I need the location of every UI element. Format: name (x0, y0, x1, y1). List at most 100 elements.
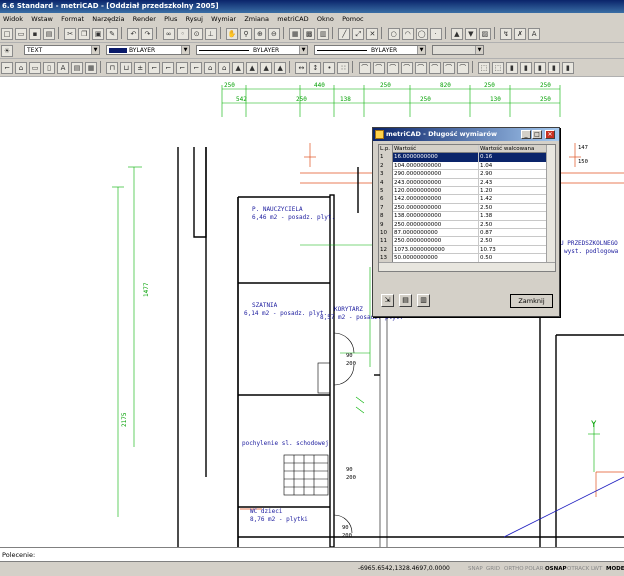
close-button[interactable]: Zamknij (510, 294, 553, 308)
save-icon[interactable]: ▪ (29, 28, 41, 40)
lwt-toggle[interactable]: LWT (591, 564, 602, 574)
tracking-icon[interactable]: ◦ (176, 28, 189, 40)
match-properties-icon[interactable]: ✎ (106, 28, 119, 40)
tool-24-icon[interactable]: ∷ (337, 62, 350, 74)
arc-icon[interactable]: ◠ (401, 28, 414, 40)
table-row[interactable]: 2 104.0000000000 1.04 (379, 161, 547, 171)
grid-toggle[interactable]: GRID (486, 564, 500, 574)
tool-17-icon[interactable]: ▲ (232, 62, 245, 74)
metricad-icon[interactable]: ✗ (514, 28, 527, 40)
line-icon[interactable]: ╱ (338, 28, 351, 40)
table-row[interactable]: 10 87.0000000000 0.87 (379, 229, 547, 238)
column-header[interactable]: Wartość (393, 145, 479, 154)
tool-12-icon[interactable]: ⌐ (162, 62, 175, 74)
tool-5-icon[interactable]: A (57, 62, 69, 74)
tool-14-icon[interactable]: ⌐ (190, 62, 203, 74)
insert-table-button[interactable]: ⇲ (381, 294, 394, 307)
model-toggle[interactable]: MODEL (606, 564, 624, 574)
table-row[interactable]: 7 250.0000000000 2.50 (379, 203, 547, 213)
dimensions-table[interactable]: L.p. Wartość Wartość walcowana 1 16.00000… (378, 144, 556, 272)
insert-icon[interactable]: ▼ (464, 28, 477, 40)
tool-27-icon[interactable]: ⌒ (386, 62, 399, 74)
tool-20-icon[interactable]: ▲ (274, 62, 287, 74)
tool-15-icon[interactable]: ⌂ (204, 62, 217, 74)
menu-render[interactable]: Render (130, 13, 159, 25)
table-row[interactable]: 9 250.0000000000 2.50 (379, 220, 547, 229)
tool-36-icon[interactable]: ▮ (519, 62, 532, 74)
copy-icon[interactable]: ❐ (78, 28, 91, 40)
linetype-select[interactable]: BYLAYER ▼ (196, 45, 308, 55)
undo-icon[interactable]: ↶ (127, 28, 140, 40)
tool-35-icon[interactable]: ▮ (505, 62, 518, 74)
tool-1-icon[interactable]: ⌐ (1, 62, 13, 74)
tool-32-icon[interactable]: ⌒ (456, 62, 469, 74)
tool-37-icon[interactable]: ▮ (533, 62, 546, 74)
menu-widok[interactable]: Widok (0, 13, 26, 25)
polar-toggle[interactable]: POLAR (525, 564, 543, 574)
ellipse-icon[interactable]: ◯ (415, 28, 428, 40)
tool-16-icon[interactable]: ⌂ (218, 62, 231, 74)
zoom-window-icon[interactable]: ⊕ (253, 28, 266, 40)
menu-okno[interactable]: Okno (314, 13, 337, 25)
paste-icon[interactable]: ▣ (92, 28, 105, 40)
table-row[interactable]: 1 16.0000000000 0.16 (379, 153, 547, 162)
hatch-icon[interactable]: ▨ (478, 28, 491, 40)
circle-icon[interactable]: ○ (387, 28, 400, 40)
table-row[interactable]: 11 250.0000000000 2.50 (379, 237, 547, 246)
table-row[interactable]: 8 138.0000000000 1.38 (379, 212, 547, 221)
tool-22-icon[interactable]: ↕ (309, 62, 322, 74)
tool-23-icon[interactable]: • (323, 62, 336, 74)
redo-icon[interactable]: ↷ (141, 28, 154, 40)
color-select[interactable]: BYLAYER ▼ (106, 45, 190, 55)
table-row[interactable]: 12 1073.0000000000 10.73 (379, 245, 547, 255)
osnap-toggle[interactable]: OSNAP (545, 564, 567, 574)
zoom-realtime-icon[interactable]: ⚲ (239, 28, 252, 40)
design-center-icon[interactable]: ▩ (303, 28, 316, 40)
tool-13-icon[interactable]: ⌐ (176, 62, 189, 74)
menu-rysuj[interactable]: Rysuj (183, 13, 206, 25)
tool-2-icon[interactable]: ⌂ (15, 62, 27, 74)
otrack-toggle[interactable]: OTRACK (567, 564, 589, 574)
text-icon[interactable]: A (528, 28, 541, 40)
hyperlink-icon[interactable]: ∞ (162, 28, 175, 40)
ucs-icon[interactable]: ⊥ (204, 28, 217, 40)
table-row[interactable]: 5 120.0000000000 1.20 (379, 187, 547, 196)
tool-38-icon[interactable]: ▮ (547, 62, 560, 74)
tool-30-icon[interactable]: ⌒ (428, 62, 441, 74)
vertical-scrollbar[interactable] (546, 145, 555, 263)
menu-wstaw[interactable]: Wstaw (28, 13, 56, 25)
tool-29-icon[interactable]: ⌒ (414, 62, 427, 74)
tool-palette-icon[interactable]: ▥ (317, 28, 330, 40)
tool-31-icon[interactable]: ⌒ (442, 62, 455, 74)
tool-6-icon[interactable]: ▤ (71, 62, 83, 74)
pan-icon[interactable]: ✋ (225, 28, 238, 40)
tool-7-icon[interactable]: ▦ (85, 62, 97, 74)
new-icon[interactable]: □ (1, 28, 13, 40)
tool-4-icon[interactable]: ▯ (43, 62, 55, 74)
tool-11-icon[interactable]: ⌐ (148, 62, 161, 74)
horizontal-scrollbar[interactable] (379, 262, 555, 271)
tool-33-icon[interactable]: ⬚ (477, 62, 490, 74)
lineweight-select[interactable]: BYLAYER ▼ (314, 45, 426, 55)
tool-19-icon[interactable]: ▲ (260, 62, 273, 74)
tool-25-icon[interactable]: ⌒ (358, 62, 371, 74)
command-line[interactable]: Polecenie: (0, 547, 624, 561)
tool-18-icon[interactable]: ▲ (246, 62, 259, 74)
tool-3-icon[interactable]: ▭ (29, 62, 41, 74)
table-row[interactable]: 6 142.0000000000 1.42 (379, 195, 547, 204)
export-button[interactable]: ▤ (399, 294, 412, 307)
tool-8-icon[interactable]: ⊓ (106, 62, 119, 74)
tool-9-icon[interactable]: ⊔ (120, 62, 133, 74)
drawing-area[interactable]: 250 440 250 820 250 250 542 250 138 250 … (0, 77, 624, 547)
snap-toggle[interactable]: SNAP (468, 564, 483, 574)
tool-10-icon[interactable]: ± (134, 62, 147, 74)
maximize-icon[interactable]: □ (532, 130, 542, 139)
tool-34-icon[interactable]: ⬚ (491, 62, 504, 74)
column-header[interactable]: L.p. (379, 145, 393, 154)
close-icon[interactable]: ✕ (545, 130, 555, 139)
print-icon[interactable]: ▤ (43, 28, 55, 40)
tool-39-icon[interactable]: ▮ (561, 62, 574, 74)
menu-format[interactable]: Format (58, 13, 87, 25)
layer-state-icon[interactable]: ☀ (1, 45, 13, 57)
column-header[interactable]: Wartość walcowana (479, 145, 547, 153)
